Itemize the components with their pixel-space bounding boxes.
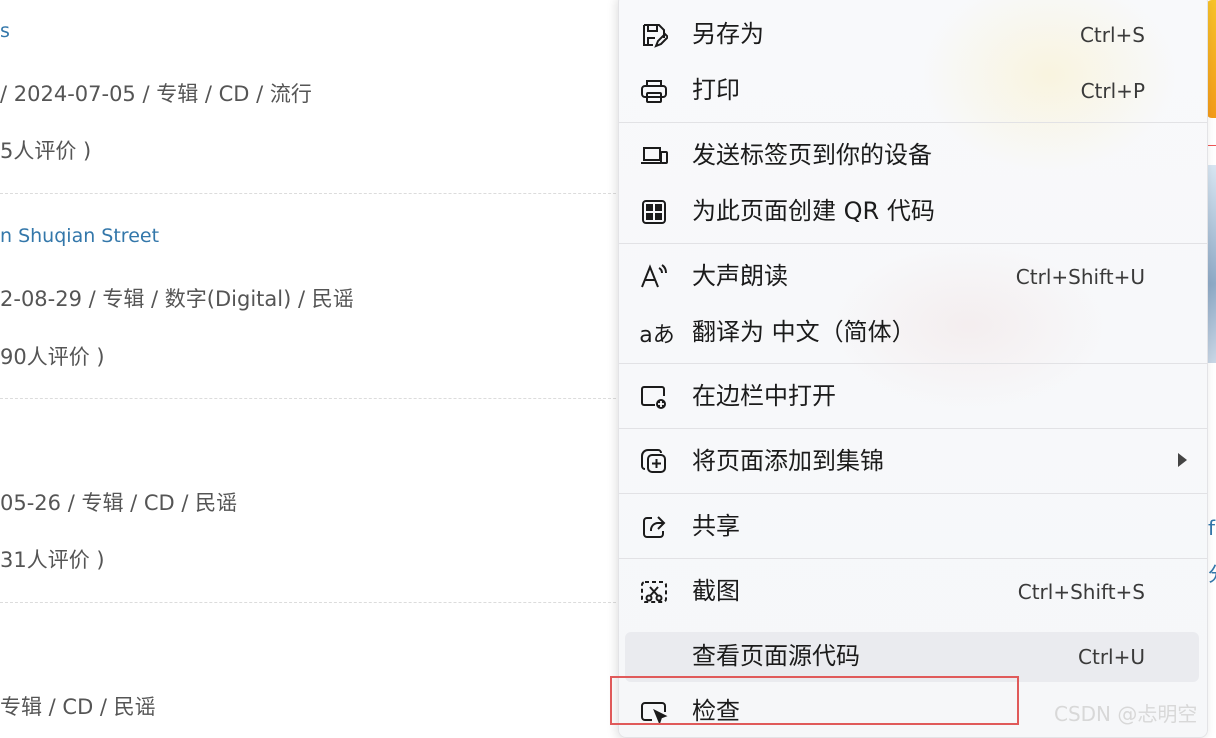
album-meta: 05-26 / 专辑 / CD / 民谣 bbox=[0, 491, 238, 515]
menu-separator bbox=[619, 243, 1207, 244]
menu-item-shortcut: Ctrl+U bbox=[1078, 645, 1145, 669]
album-rating-count: 31人评价 ) bbox=[0, 548, 105, 572]
screenshot-icon bbox=[639, 578, 669, 606]
list-divider bbox=[0, 398, 616, 399]
watermark: CSDN @忐明空 bbox=[1054, 702, 1198, 726]
menu-item-view-source[interactable]: 查看页面源代码 Ctrl+U bbox=[619, 630, 1207, 682]
menu-separator bbox=[619, 428, 1207, 429]
menu-item-label: 另存为 bbox=[692, 20, 764, 48]
menu-item-label: 发送标签页到你的设备 bbox=[692, 141, 932, 169]
menu-item-label: 查看页面源代码 bbox=[692, 642, 860, 670]
print-icon bbox=[639, 77, 669, 105]
menu-separator bbox=[619, 363, 1207, 364]
share-icon bbox=[639, 513, 669, 541]
album-title-link[interactable]: n Shuqian Street bbox=[0, 225, 159, 247]
album-meta: 2-08-29 / 专辑 / 数字(Digital) / 民谣 bbox=[0, 287, 354, 311]
translate-icon-text: aあ bbox=[639, 323, 675, 348]
qr-code-icon bbox=[639, 198, 669, 226]
send-to-device-icon bbox=[639, 142, 669, 170]
album-rating-count: 90人评价 ) bbox=[0, 345, 105, 369]
menu-separator bbox=[619, 493, 1207, 494]
menu-item-label: 共享 bbox=[692, 512, 740, 540]
album-rating-count: 5人评价 ) bbox=[0, 139, 92, 163]
album-meta: 专辑 / CD / 民谣 bbox=[0, 695, 156, 719]
menu-item-translate[interactable]: aあ 翻译为 中文（简体） bbox=[619, 306, 1207, 358]
edge-text: f bbox=[1208, 516, 1216, 540]
menu-item-save-as[interactable]: 另存为 Ctrl+S bbox=[619, 8, 1207, 60]
translate-icon: aあ bbox=[639, 319, 675, 348]
list-divider bbox=[0, 602, 616, 603]
menu-item-label: 在边栏中打开 bbox=[692, 382, 836, 410]
menu-item-shortcut: Ctrl+P bbox=[1080, 79, 1145, 103]
list-divider bbox=[0, 193, 616, 194]
menu-item-send-to-devices[interactable]: 发送标签页到你的设备 bbox=[619, 129, 1207, 181]
menu-item-label: 将页面添加到集锦 bbox=[692, 447, 884, 475]
menu-item-add-to-collections[interactable]: 将页面添加到集锦 bbox=[619, 435, 1207, 487]
save-icon bbox=[639, 21, 669, 49]
submenu-arrow-icon bbox=[1178, 453, 1187, 467]
menu-item-shortcut: Ctrl+Shift+U bbox=[1015, 265, 1145, 289]
menu-separator bbox=[619, 122, 1207, 123]
album-list: s / 2024-07-05 / 专辑 / CD / 流行 5人评价 ) n S… bbox=[0, 0, 616, 730]
menu-item-screenshot[interactable]: 截图 Ctrl+Shift+S bbox=[619, 565, 1207, 617]
menu-item-label: 检查 bbox=[692, 697, 740, 725]
context-menu: 另存为 Ctrl+S 打印 Ctrl+P 发送标签页到你的设备 为此页面创建 Q… bbox=[618, 0, 1208, 738]
menu-item-shortcut: Ctrl+Shift+S bbox=[1017, 580, 1145, 604]
edge-text: 分 bbox=[1208, 558, 1216, 587]
menu-item-open-in-sidebar[interactable]: 在边栏中打开 bbox=[619, 370, 1207, 422]
menu-item-create-qr-code[interactable]: 为此页面创建 QR 代码 bbox=[619, 185, 1207, 237]
menu-item-read-aloud[interactable]: 大声朗读 Ctrl+Shift+U bbox=[619, 250, 1207, 302]
album-title-link[interactable]: s bbox=[0, 20, 10, 42]
menu-item-label: 大声朗读 bbox=[692, 262, 788, 290]
menu-item-share[interactable]: 共享 bbox=[619, 500, 1207, 552]
album-meta: / 2024-07-05 / 专辑 / CD / 流行 bbox=[0, 82, 312, 106]
menu-item-print[interactable]: 打印 Ctrl+P bbox=[619, 64, 1207, 116]
menu-item-shortcut: Ctrl+S bbox=[1079, 23, 1145, 47]
open-in-sidebar-icon bbox=[639, 383, 669, 411]
menu-item-label: 截图 bbox=[692, 577, 740, 605]
menu-item-label: 打印 bbox=[692, 76, 740, 104]
read-aloud-icon bbox=[639, 263, 669, 291]
menu-separator bbox=[619, 558, 1207, 559]
inspect-icon bbox=[639, 698, 669, 726]
menu-item-label: 翻译为 中文（简体） bbox=[692, 318, 916, 346]
add-to-collections-icon bbox=[639, 448, 669, 476]
menu-item-label: 为此页面创建 QR 代码 bbox=[692, 197, 935, 225]
